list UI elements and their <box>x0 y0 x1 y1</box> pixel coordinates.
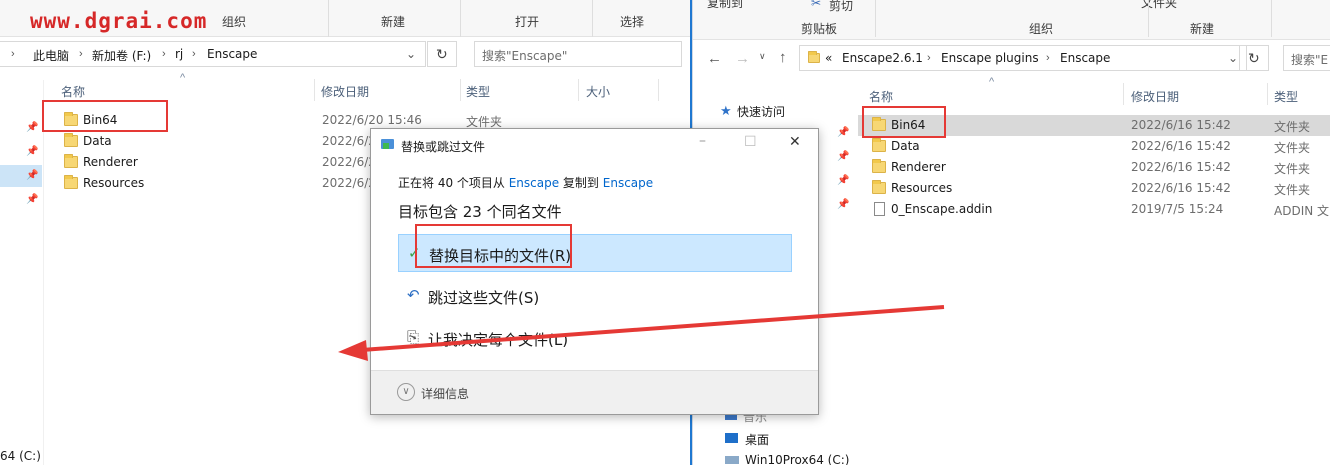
arrow-shaft <box>361 305 945 352</box>
annotation-arrow <box>338 305 945 361</box>
watermark-text: www.dgrai.com <box>30 9 208 33</box>
arrow-head <box>338 340 368 361</box>
